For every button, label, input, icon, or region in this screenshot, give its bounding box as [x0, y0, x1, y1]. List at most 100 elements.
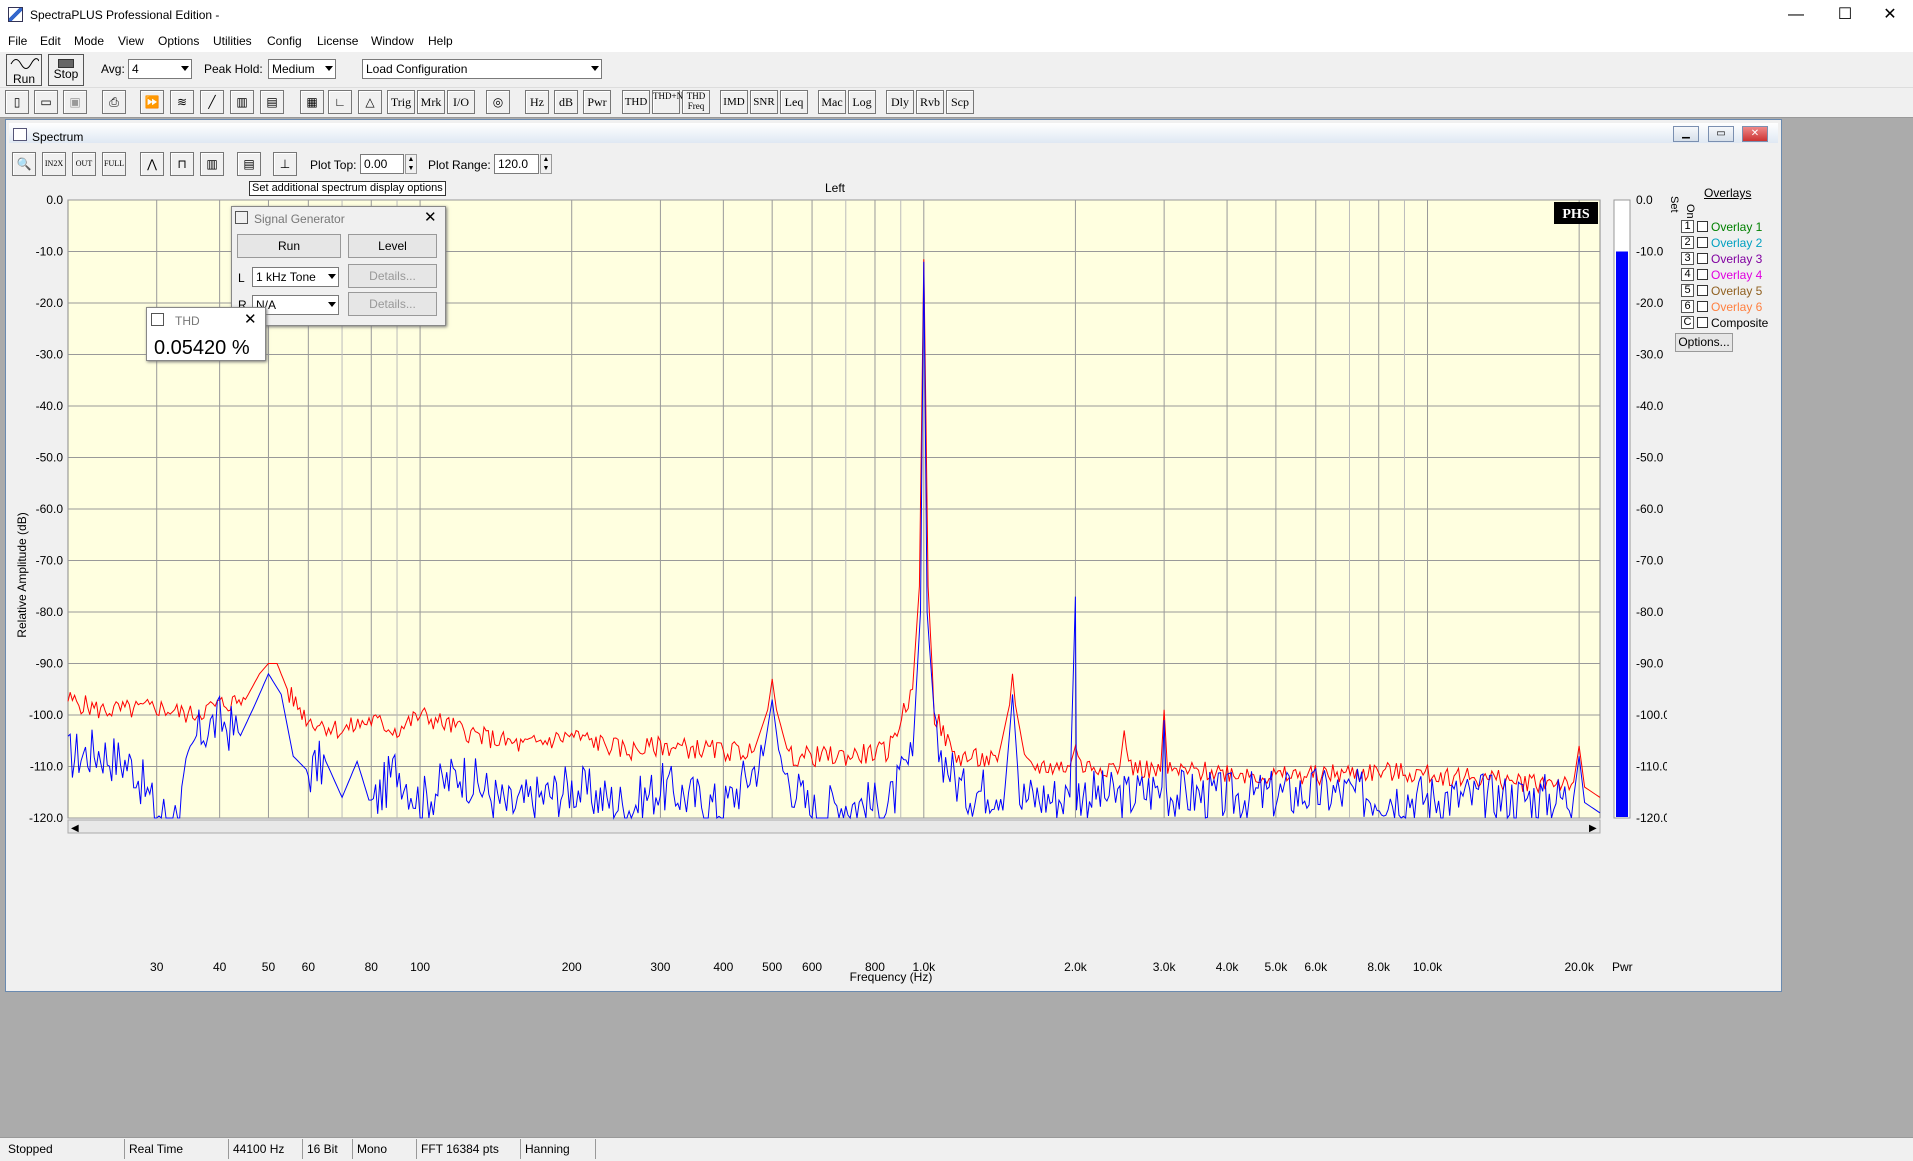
waveform-icon[interactable]: ≋ — [170, 90, 194, 114]
close-button[interactable]: ✕ — [1867, 0, 1913, 30]
mac-button[interactable]: Mac — [818, 90, 846, 114]
maximize-button[interactable]: ☐ — [1822, 0, 1868, 30]
line-plot-icon[interactable]: ⋀ — [140, 152, 164, 176]
plot-top-input[interactable]: 0.00 — [360, 154, 404, 174]
ramp-icon[interactable]: ╱ — [200, 90, 224, 114]
thd-n-button[interactable]: THD+N — [652, 90, 683, 114]
axis-icon[interactable]: ∟ — [328, 90, 352, 114]
thd-button[interactable]: THD — [622, 90, 650, 114]
log-button[interactable]: Log — [848, 90, 876, 114]
bar-plot-icon[interactable]: ▥ — [200, 152, 224, 176]
menu-license[interactable]: License — [317, 34, 358, 48]
overlay-checkbox[interactable] — [1697, 285, 1708, 296]
zoom-icon[interactable]: 🔍 — [12, 152, 36, 176]
pwr-button[interactable]: Pwr — [583, 90, 611, 114]
step-plot-icon[interactable]: ⊓ — [170, 152, 194, 176]
y-tick-label: -20.0 — [36, 296, 64, 310]
signal-generator-close-icon[interactable]: ✕ — [424, 208, 437, 226]
siggen-run-button[interactable]: Run — [237, 234, 341, 258]
overlay-set-button[interactable]: C — [1681, 316, 1694, 329]
overlay-set-button[interactable]: 2 — [1681, 236, 1694, 249]
snr-button[interactable]: SNR — [750, 90, 778, 114]
trig-button[interactable]: Trig — [387, 90, 415, 114]
y-tick-label: -90.0 — [36, 657, 64, 671]
plot-top-spinner[interactable]: ▲ ▼ — [405, 154, 417, 174]
3d-surface-icon[interactable]: ▤ — [260, 90, 284, 114]
open-folder-icon[interactable]: ▭ — [34, 90, 58, 114]
save-icon[interactable]: ▣ — [63, 90, 87, 114]
print-icon[interactable]: ⎙ — [102, 90, 126, 114]
status-bit-depth: 16 Bit — [302, 1139, 352, 1159]
scroll-right-icon[interactable]: ▶ — [1589, 823, 1597, 834]
overlay-checkbox[interactable] — [1697, 253, 1708, 264]
scp-button[interactable]: Scp — [946, 90, 974, 114]
overlay-options-button[interactable]: Options... — [1675, 333, 1733, 352]
generator-icon[interactable]: ◎ — [486, 90, 510, 114]
overlay-checkbox[interactable] — [1697, 269, 1708, 280]
zoom-in-2x-icon[interactable]: IN2X — [42, 152, 66, 176]
display-options-icon[interactable]: ▤ — [237, 152, 261, 176]
peak-hold-select[interactable]: Medium — [268, 59, 336, 79]
thd-close-icon[interactable]: ✕ — [244, 310, 257, 328]
level-tick-label: -20.0 — [1636, 296, 1664, 310]
plot-scrollbar[interactable] — [67, 819, 1601, 834]
menu-options[interactable]: Options — [158, 34, 199, 48]
siggen-level-button[interactable]: Level — [348, 234, 437, 258]
menu-mode[interactable]: Mode — [74, 34, 104, 48]
menu-utilities[interactable]: Utilities — [213, 34, 252, 48]
rvb-button[interactable]: Rvb — [916, 90, 944, 114]
overlay-set-button[interactable]: 4 — [1681, 268, 1694, 281]
overlay-set-label: Set — [1668, 196, 1680, 213]
menu-help[interactable]: Help — [428, 34, 453, 48]
chart-title: Left — [825, 181, 846, 195]
leq-button[interactable]: Leq — [780, 90, 808, 114]
plot-range-spinner[interactable]: ▲ ▼ — [540, 154, 552, 174]
siggen-right-details-button[interactable]: Details... — [348, 292, 437, 316]
overlay-on-label: On — [1684, 204, 1696, 219]
minimize-button[interactable]: — — [1773, 0, 1819, 30]
menu-edit[interactable]: Edit — [40, 34, 61, 48]
marker-icon[interactable]: △ — [358, 90, 382, 114]
menu-file[interactable]: File — [8, 34, 27, 48]
x-tick-label: 2.0k — [1064, 960, 1088, 974]
db-button[interactable]: dB — [554, 90, 578, 114]
overlay-set-button[interactable]: 5 — [1681, 284, 1694, 297]
stop-button[interactable]: Stop — [48, 54, 84, 86]
avg-select[interactable]: 4 — [128, 59, 192, 79]
imd-button[interactable]: IMD — [720, 90, 748, 114]
overlay-set-button[interactable]: 3 — [1681, 252, 1694, 265]
siggen-left-details-button[interactable]: Details... — [348, 264, 437, 288]
table-icon[interactable]: ▦ — [300, 90, 324, 114]
siggen-left-select[interactable]: 1 kHz Tone — [252, 267, 339, 287]
menu-view[interactable]: View — [118, 34, 144, 48]
app-icon — [8, 7, 23, 22]
overlay-set-button[interactable]: 6 — [1681, 300, 1694, 313]
overlay-checkbox[interactable] — [1697, 317, 1708, 328]
hz-button[interactable]: Hz — [525, 90, 549, 114]
io-button[interactable]: I/O — [447, 90, 475, 114]
mdi-restore-icon[interactable]: ▭ — [1708, 126, 1734, 142]
mrk-button[interactable]: Mrk — [417, 90, 445, 114]
overlay-set-button[interactable]: 1 — [1681, 220, 1694, 233]
y-tick-label: -60.0 — [36, 502, 64, 516]
overlays-title[interactable]: Overlays — [1704, 186, 1751, 200]
fast-forward-icon[interactable]: ⏩ — [140, 90, 164, 114]
overlay-checkbox[interactable] — [1697, 221, 1708, 232]
new-file-icon[interactable]: ▯ — [5, 90, 29, 114]
scale-icon[interactable]: ⊥ — [273, 152, 297, 176]
overlay-checkbox[interactable] — [1697, 237, 1708, 248]
dly-button[interactable]: Dly — [886, 90, 914, 114]
run-button[interactable]: Run — [6, 54, 42, 86]
zoom-full-icon[interactable]: FULL — [102, 152, 126, 176]
plot-range-input[interactable]: 120.0 — [494, 154, 539, 174]
spectrogram-icon[interactable]: ▥ — [230, 90, 254, 114]
configuration-select[interactable]: Load Configuration — [362, 59, 602, 79]
menu-config[interactable]: Config — [267, 34, 302, 48]
menu-window[interactable]: Window — [371, 34, 414, 48]
thd-freq-button[interactable]: THD Freq — [682, 90, 710, 114]
scroll-left-icon[interactable]: ◀ — [71, 823, 79, 834]
mdi-minimize-icon[interactable]: ▁ — [1673, 126, 1699, 142]
overlay-checkbox[interactable] — [1697, 301, 1708, 312]
mdi-close-icon[interactable]: ✕ — [1742, 126, 1768, 142]
zoom-out-2x-icon[interactable]: OUT — [72, 152, 96, 176]
